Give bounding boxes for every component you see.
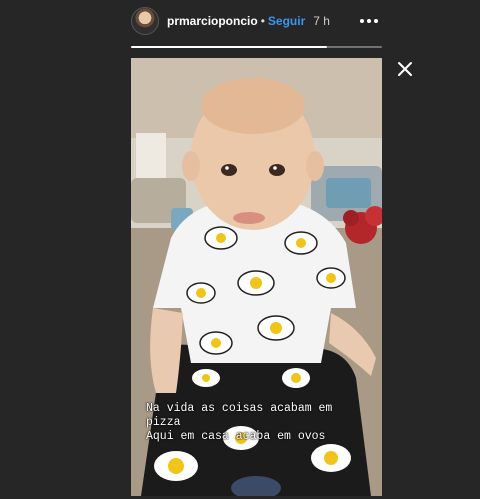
caption-line: Aqui em casa acaba em ovos — [146, 430, 326, 443]
timestamp: 7 h — [313, 14, 330, 28]
close-icon[interactable] — [396, 60, 414, 78]
follow-button[interactable]: Seguir — [268, 14, 305, 28]
story-progress-fill — [131, 46, 327, 48]
story-media[interactable]: Na vida as coisas acabam em pizza Aqui e… — [131, 58, 382, 496]
story-header: prmarcioponcio • Seguir 7 h — [131, 6, 382, 36]
caption-line: pizza — [146, 416, 181, 429]
separator-dot: • — [260, 14, 265, 28]
avatar[interactable] — [131, 7, 159, 35]
caption-line: Na vida as coisas acabam em — [146, 402, 333, 415]
more-options-icon[interactable] — [356, 13, 382, 29]
story-progress-bar — [131, 46, 382, 48]
username[interactable]: prmarcioponcio — [167, 14, 258, 28]
story-caption: Na vida as coisas acabam em pizza Aqui e… — [146, 402, 374, 444]
